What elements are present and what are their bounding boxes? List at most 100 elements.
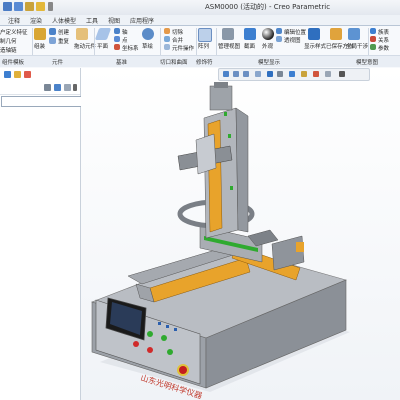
- relations-button[interactable]: 关系: [378, 36, 389, 44]
- green-marker-1: [224, 112, 227, 116]
- axis-icon[interactable]: [114, 28, 120, 34]
- point-icon[interactable]: [114, 36, 120, 42]
- group-model-display[interactable]: 模型显示: [258, 58, 280, 66]
- perspective-button[interactable]: 透视图: [284, 36, 301, 44]
- edit-position-icon[interactable]: [276, 28, 282, 34]
- plane-icon[interactable]: [94, 28, 112, 40]
- group-assembly-template[interactable]: 组件模板: [2, 58, 24, 66]
- open-icon[interactable]: [3, 2, 12, 11]
- merge-button[interactable]: 合并: [172, 36, 183, 44]
- red-button[interactable]: [133, 341, 139, 347]
- green-button-3[interactable]: [167, 349, 173, 355]
- graphics-viewport[interactable]: 山东光明科学仪器: [81, 68, 400, 400]
- repeat-icon[interactable]: [49, 37, 56, 44]
- group-model-intent[interactable]: 模型意图: [356, 58, 378, 66]
- display-style-icon-2[interactable]: [267, 71, 273, 77]
- section-icon[interactable]: [244, 28, 256, 40]
- saved-views-icon[interactable]: [277, 71, 283, 77]
- zoom-in-icon[interactable]: [233, 71, 239, 77]
- component-ops-icon[interactable]: [164, 44, 170, 50]
- axis-button[interactable]: 轴: [122, 28, 128, 36]
- group-modifiers[interactable]: 修饰符: [196, 58, 213, 66]
- show-icon[interactable]: [64, 84, 71, 91]
- assemble-icon[interactable]: [34, 28, 46, 40]
- perspective-icon[interactable]: [276, 36, 282, 42]
- spin-center-icon[interactable]: [313, 71, 319, 77]
- appearance-button[interactable]: 外观: [262, 42, 273, 50]
- user-defined-feature-button[interactable]: 户定义特征: [0, 28, 28, 36]
- tree-filter-icon[interactable]: [54, 84, 61, 91]
- global-interference-button[interactable]: 全局干涉: [346, 42, 368, 50]
- repaint-icon[interactable]: [255, 71, 261, 77]
- shrinkwrap-button[interactable]: 造轴链: [0, 46, 17, 54]
- menu-manikin[interactable]: 人体模型: [52, 16, 76, 25]
- green-button-2[interactable]: [161, 335, 167, 341]
- folder-icon[interactable]: [36, 2, 45, 11]
- pattern-button[interactable]: 阵列: [198, 42, 209, 50]
- green-button-1[interactable]: [147, 331, 153, 337]
- top-motor-cap: [214, 82, 228, 88]
- copy-geometry-button[interactable]: 制几何: [0, 37, 17, 45]
- menu-bar: 注释 渲染 人体模型 工具 视图 应用程序: [0, 15, 400, 26]
- assembly-model[interactable]: 山东光明科学仪器: [81, 68, 400, 400]
- section-button[interactable]: 截面: [244, 42, 255, 50]
- annotation-display-icon[interactable]: [325, 71, 331, 77]
- family-table-button[interactable]: 族表: [378, 28, 389, 36]
- refit-icon[interactable]: [223, 71, 229, 77]
- extrude-icon[interactable]: [164, 28, 170, 34]
- point-button[interactable]: 点: [122, 36, 128, 44]
- drag-hand-icon[interactable]: [76, 28, 88, 40]
- create-icon[interactable]: [49, 28, 56, 35]
- datum-display-icon[interactable]: [301, 71, 307, 77]
- display-style-button[interactable]: 显示样式: [304, 42, 326, 50]
- favorites-icon[interactable]: [24, 71, 31, 78]
- manage-views-button[interactable]: 管理视图: [218, 42, 240, 50]
- assemble-label[interactable]: 组装: [34, 42, 45, 50]
- parameters-icon[interactable]: [370, 44, 376, 50]
- coordsys-icon[interactable]: [114, 44, 120, 50]
- tree-settings-icon[interactable]: [44, 84, 51, 91]
- parameters-button[interactable]: 参数: [378, 44, 389, 52]
- save-icon[interactable]: [14, 2, 23, 11]
- display-style-icon[interactable]: [308, 28, 320, 40]
- undo-icon[interactable]: [25, 2, 34, 11]
- coordsys-button[interactable]: 坐标系: [122, 44, 139, 52]
- model-tree-toolbar: [0, 68, 80, 95]
- appearance-sphere-icon[interactable]: [262, 28, 274, 40]
- menu-view[interactable]: 视图: [108, 16, 120, 25]
- group-datum[interactable]: 基准: [116, 58, 127, 66]
- cut-out-button[interactable]: 切除: [172, 28, 183, 36]
- menu-render[interactable]: 渲染: [30, 16, 42, 25]
- component-ops-button[interactable]: 元件操作: [172, 44, 194, 52]
- pattern-icon[interactable]: [198, 28, 212, 42]
- model-tree-search-input[interactable]: [1, 96, 83, 107]
- edit-position-button[interactable]: 编辑位置: [284, 28, 306, 36]
- model-tree-icon[interactable]: [4, 71, 11, 78]
- section-view-icon[interactable]: [289, 71, 295, 77]
- group-cut-surface[interactable]: 切口和曲面: [160, 58, 188, 66]
- merge-icon[interactable]: [164, 36, 170, 42]
- create-button[interactable]: 创建: [58, 28, 69, 36]
- drag-component-button[interactable]: 拖动元件: [74, 42, 96, 50]
- sketch-icon[interactable]: [142, 28, 154, 40]
- relations-icon[interactable]: [370, 36, 376, 42]
- zoom-out-icon[interactable]: [243, 71, 249, 77]
- sketch-button[interactable]: 草绘: [142, 42, 153, 50]
- plane-button[interactable]: 平面: [97, 42, 108, 50]
- menu-annotate[interactable]: 注释: [8, 16, 20, 25]
- dropdown-arrow-icon[interactable]: [48, 2, 53, 11]
- saved-orientations-icon[interactable]: [330, 28, 342, 40]
- manage-views-icon[interactable]: [222, 28, 234, 40]
- folder-browser-icon[interactable]: [14, 71, 21, 78]
- menu-tools[interactable]: 工具: [86, 16, 98, 25]
- menu-applications[interactable]: 应用程序: [130, 16, 154, 25]
- family-table-icon[interactable]: [370, 28, 376, 34]
- red-button-2[interactable]: [147, 347, 153, 353]
- repeat-button[interactable]: 重复: [58, 37, 69, 45]
- chevron-down-icon[interactable]: [73, 84, 77, 91]
- window-title: ASM0000 (活动的) - Creo Parametric: [205, 3, 331, 11]
- global-interference-icon[interactable]: [348, 28, 360, 40]
- group-component[interactable]: 元件: [52, 58, 63, 66]
- emergency-stop-button[interactable]: [179, 366, 187, 374]
- pause-icon[interactable]: [339, 71, 345, 77]
